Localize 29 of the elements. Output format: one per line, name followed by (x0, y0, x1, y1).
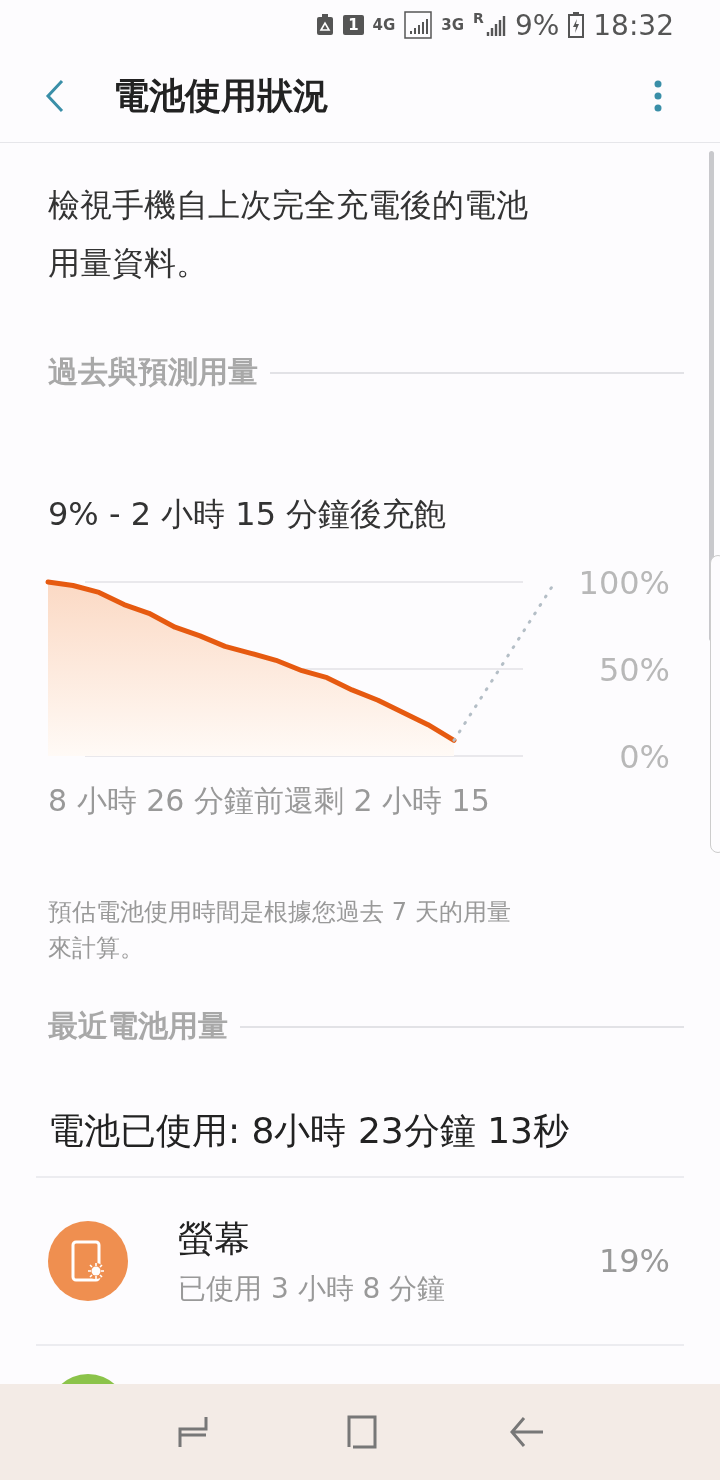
axis-label: 50% (598, 651, 670, 689)
battery-used-total: 電池已使用: 8小時 23分鐘 13秒 (36, 1107, 684, 1178)
network-type: 3G (441, 16, 465, 34)
item-name: 螢幕 (178, 1216, 251, 1261)
back-icon[interactable] (45, 79, 65, 113)
item-percentage: 19% (598, 1242, 670, 1280)
axis-label: 100% (578, 571, 670, 602)
sim-card-icon: 1 (343, 15, 364, 35)
signal-icon (485, 14, 506, 36)
back-icon[interactable] (509, 1415, 544, 1449)
battery-charging-icon (568, 12, 585, 38)
clock: 18:32 (593, 8, 674, 42)
estimate-note: 預估電池使用時間是根據您過去 7 天的用量來計算。 (48, 897, 512, 964)
battery-percentage: 9% (514, 8, 560, 42)
recent-apps-icon[interactable] (176, 1415, 211, 1449)
item-usage-time: 已使用 3 小時 8 分鐘 (178, 1270, 447, 1307)
signal-icon (404, 11, 433, 39)
more-options-icon[interactable] (654, 80, 662, 112)
time-axis-label: 8 小時 26 分鐘前還剩 2 小時 15 (48, 782, 491, 820)
roaming-indicator: R (473, 10, 484, 26)
axis-label: 0% (619, 738, 670, 771)
charge-summary: 9% - 2 小時 15 分鐘後充飽 (48, 494, 448, 535)
section-heading: 最近電池用量 (48, 1007, 228, 1045)
page-title: 電池使用狀況 (113, 73, 330, 118)
network-type: 4G (372, 16, 396, 34)
section-heading: 過去與預測用量 (48, 353, 258, 391)
battery-saver-icon (316, 14, 335, 36)
description-text: 檢視手機自上次完全充電後的電池用量資料。 (48, 185, 529, 284)
usage-list-item[interactable]: 螢幕 已使用 3 小時 8 分鐘 19% (48, 1178, 684, 1344)
